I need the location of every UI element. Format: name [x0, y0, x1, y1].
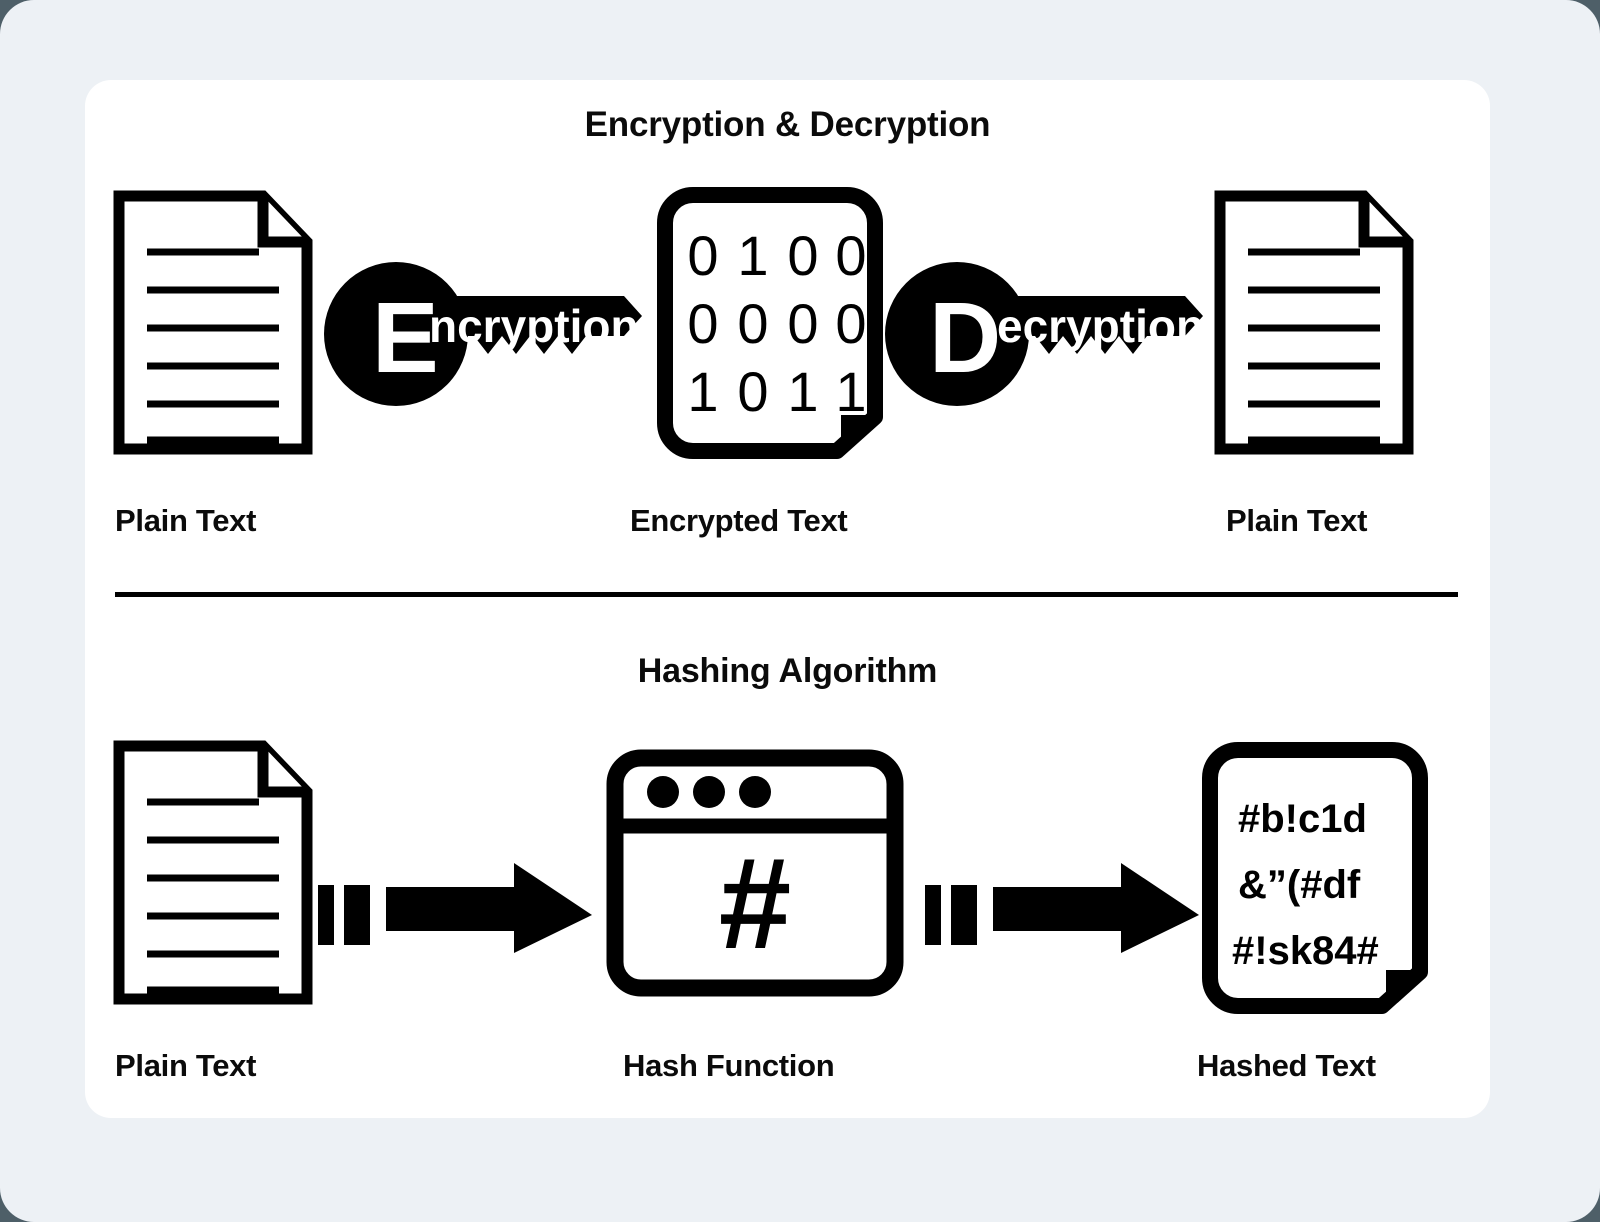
binary-cell: 0: [687, 224, 718, 287]
document-icon-plain-text-left: [113, 190, 313, 455]
caption-plain-text-left: Plain Text: [115, 503, 257, 538]
hashing-section-title: Hashing Algorithm: [637, 652, 938, 690]
key-icon-encryption: E ncryption: [324, 254, 644, 414]
caption-encrypted-text: Encrypted Text: [630, 503, 848, 538]
caption-hash-function: Hash Function: [623, 1048, 835, 1083]
key-initial-decryption: D: [929, 282, 1001, 394]
binary-cell: 1: [687, 360, 718, 423]
hash-line: #b!c1d: [1238, 797, 1367, 841]
page-background: Encryption & Decryption Plain Text E ncr…: [0, 0, 1600, 1222]
binary-cell: 0: [687, 292, 718, 355]
arrow-right-icon-to-hash-function: [318, 863, 593, 953]
key-label-decryption: ecryption: [997, 300, 1204, 352]
hash-line: #!sk84#: [1232, 929, 1379, 973]
section-divider: [115, 592, 1458, 597]
binary-cell: 0: [737, 360, 768, 423]
key-icon-decryption: D ecryption: [885, 254, 1205, 414]
encryption-section-title: Encryption & Decryption: [584, 105, 991, 144]
binary-cell: 0: [787, 292, 818, 355]
arrow-right-icon-to-hashed-text: [925, 863, 1200, 953]
caption-plain-text-hash-input: Plain Text: [115, 1048, 257, 1083]
caption-hashed-text: Hashed Text: [1197, 1048, 1376, 1083]
binary-cell: 1: [787, 360, 818, 423]
diagram-card: Encryption & Decryption Plain Text E ncr…: [85, 80, 1490, 1118]
binary-cell: 1: [737, 224, 768, 287]
binary-cell: 0: [787, 224, 818, 287]
document-icon-plain-text-right: [1214, 190, 1414, 455]
binary-cell: 0: [737, 292, 768, 355]
hash-window-icon-hash-function: #: [605, 748, 905, 998]
key-label-encryption: ncryption: [429, 300, 639, 352]
caption-plain-text-right: Plain Text: [1226, 503, 1368, 538]
binary-document-icon-encrypted-text: 0 1 0 0 0 0 0 0 1 0 1 1: [655, 185, 885, 460]
binary-cell: 0: [835, 292, 866, 355]
hash-glyph: #: [719, 830, 791, 976]
document-icon-plain-text-hash-input: [113, 740, 313, 1005]
hashed-document-icon-hashed-text: #b!c1d &”(#df #!sk84#: [1200, 740, 1430, 1015]
binary-cell: 0: [835, 224, 866, 287]
hash-line: &”(#df: [1238, 863, 1361, 907]
binary-cell: 1: [835, 360, 866, 423]
